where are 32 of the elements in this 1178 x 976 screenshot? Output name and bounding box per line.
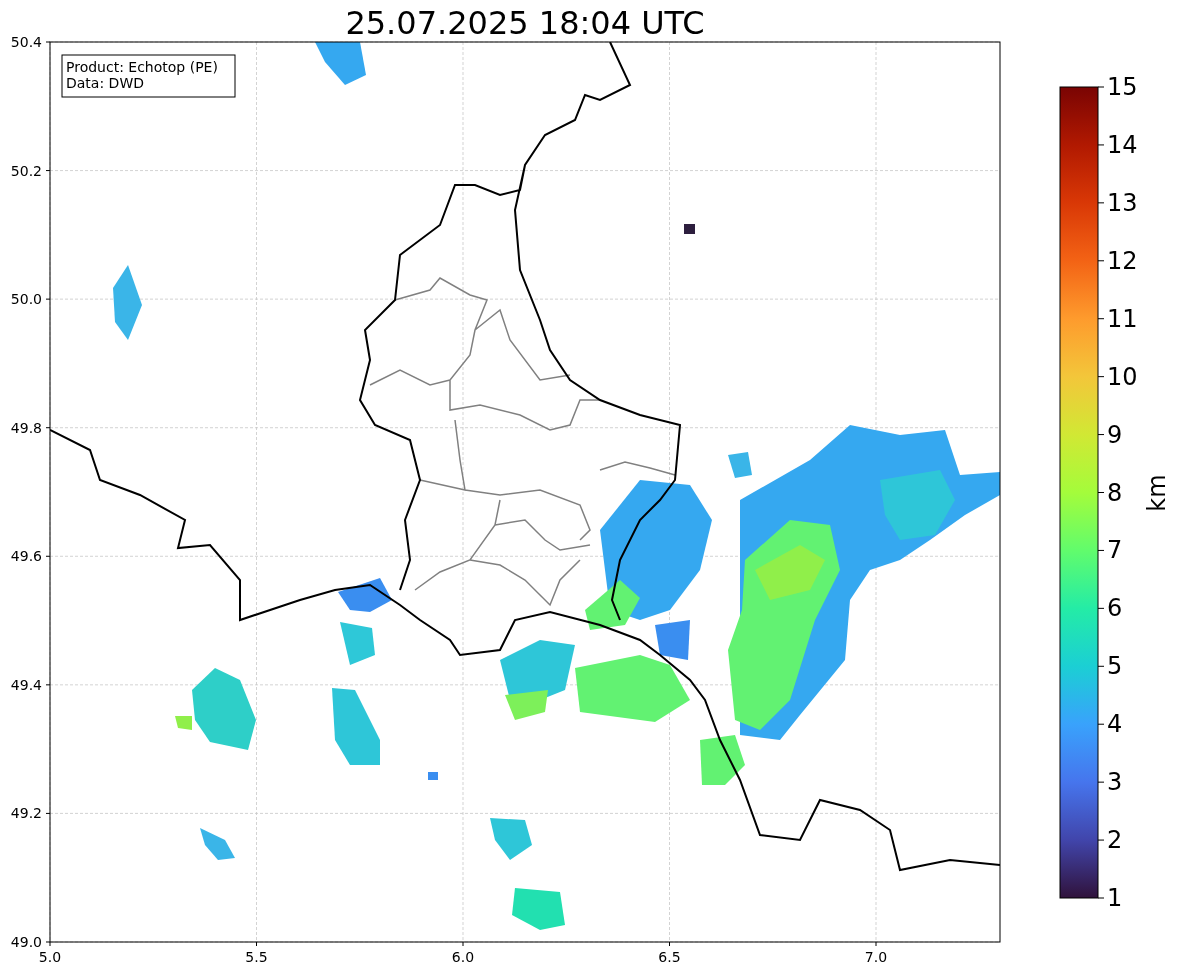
- colorbar-tick-label: 13: [1107, 188, 1138, 217]
- colorbar-tick-label: 6: [1107, 594, 1123, 623]
- colorbar-tick-label: 7: [1107, 536, 1123, 565]
- colorbar-tick-label: 4: [1107, 710, 1123, 739]
- colorbar-label: km: [1143, 474, 1171, 512]
- colorbar-tick-label: 9: [1107, 420, 1123, 449]
- colorbar-tick-label: 3: [1107, 768, 1123, 797]
- y-tick-label: 50.0: [10, 291, 42, 308]
- colorbar-tick-label: 14: [1107, 130, 1138, 159]
- colorbar-tick-label: 2: [1107, 826, 1123, 855]
- x-tick-label: 6.5: [658, 949, 681, 965]
- y-tick-label: 50.4: [10, 34, 42, 50]
- y-tick-label: 49.6: [10, 548, 42, 565]
- x-tick-label: 6.0: [451, 949, 475, 965]
- legend-text: Product: Echotop (PE): [66, 59, 218, 75]
- colorbar-tick-label: 8: [1107, 478, 1123, 507]
- colorbar-tick-label: 5: [1107, 652, 1123, 681]
- colorbar-tick-label: 1: [1107, 884, 1123, 912]
- x-tick-label: 7.0: [864, 949, 888, 965]
- colorbar-tick-label: 12: [1107, 246, 1138, 275]
- colorbar-tick-label: 15: [1107, 73, 1138, 101]
- y-tick-label: 49.0: [10, 934, 42, 950]
- legend-text: Data: DWD: [66, 75, 144, 91]
- y-tick-label: 49.2: [10, 805, 42, 822]
- x-tick-label: 5.0: [38, 949, 62, 965]
- y-tick-label: 50.2: [10, 162, 42, 179]
- plot-title: 25.07.2025 18:04 UTC: [345, 4, 705, 42]
- y-tick-label: 49.8: [10, 419, 42, 436]
- y-tick-label: 49.4: [10, 676, 42, 693]
- colorbar-tick-label: 11: [1107, 304, 1138, 333]
- colorbar-tick-label: 10: [1107, 362, 1138, 391]
- x-tick-label: 5.5: [245, 949, 268, 965]
